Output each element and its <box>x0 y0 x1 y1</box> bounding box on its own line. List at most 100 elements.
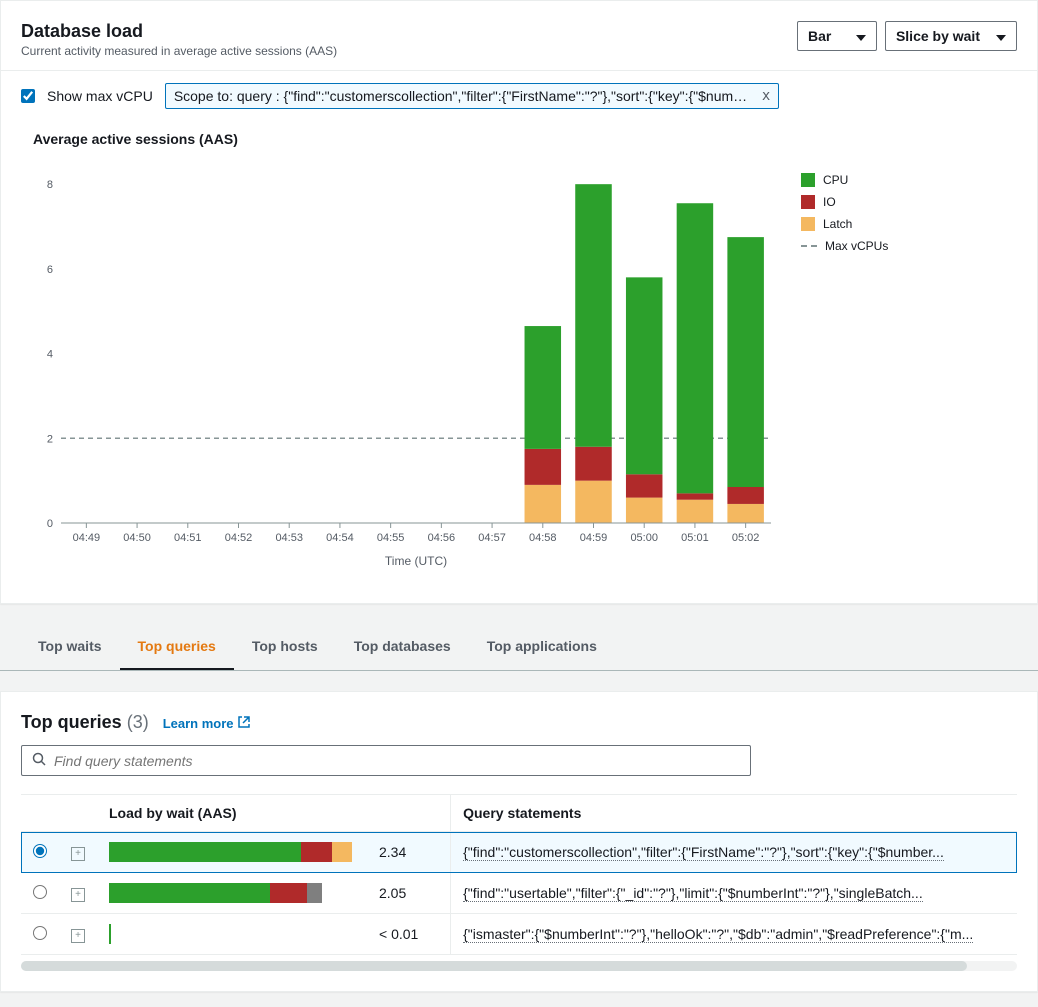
svg-text:04:54: 04:54 <box>326 532 354 544</box>
svg-text:0: 0 <box>47 518 53 530</box>
load-value: 2.34 <box>379 844 406 860</box>
panel-header: Database load Current activity measured … <box>1 1 1037 71</box>
load-segment-cpu <box>109 883 270 903</box>
chart-type-value: Bar <box>808 28 831 44</box>
svg-text:04:58: 04:58 <box>529 532 557 544</box>
close-icon[interactable]: x <box>762 88 770 104</box>
svg-text:04:57: 04:57 <box>478 532 506 544</box>
svg-text:04:53: 04:53 <box>275 532 303 544</box>
database-load-panel: Database load Current activity measured … <box>0 0 1038 604</box>
legend-label: Latch <box>823 217 852 231</box>
query-search-input[interactable] <box>54 753 740 769</box>
panel-subtitle: Current activity measured in average act… <box>21 44 337 58</box>
chart-area: Average active sessions (AAS) 0 2 4 6 8 04:49… <box>1 121 1037 603</box>
svg-text:05:00: 05:00 <box>630 532 658 544</box>
expand-icon[interactable]: + <box>71 847 85 861</box>
svg-text:04:56: 04:56 <box>428 532 456 544</box>
section-title-text: Top queries <box>21 712 122 732</box>
learn-more-text: Learn more <box>163 716 234 731</box>
legend-label: IO <box>823 195 836 209</box>
chart-type-select[interactable]: Bar <box>797 21 877 51</box>
svg-text:04:59: 04:59 <box>580 532 608 544</box>
row-select-radio[interactable] <box>33 885 47 899</box>
query-search-box[interactable] <box>21 745 751 776</box>
svg-text:04:51: 04:51 <box>174 532 202 544</box>
row-select-radio[interactable] <box>33 926 47 940</box>
svg-text:05:02: 05:02 <box>732 532 760 544</box>
scope-filter-text: Scope to: query : {"find":"customerscoll… <box>174 88 754 104</box>
show-max-vcpu-label: Show max vCPU <box>47 88 153 104</box>
horizontal-scrollbar[interactable] <box>21 961 1017 971</box>
load-segment-io <box>270 883 306 903</box>
external-link-icon <box>238 716 250 731</box>
query-statement[interactable]: {"ismaster":{"$numberInt":"?"},"helloOk"… <box>463 926 973 943</box>
legend-item: Latch <box>801 217 888 231</box>
caret-down-icon <box>996 28 1006 44</box>
legend-item: Max vCPUs <box>801 239 888 253</box>
section-header: Top queries (3) Learn more <box>21 712 1017 733</box>
aas-bar-chart: 0 2 4 6 8 04:49 04:50 04:51 04:52 04:53 04:54 04:55… <box>21 153 781 573</box>
caret-down-icon <box>856 28 866 44</box>
tab-top-queries[interactable]: Top queries <box>120 624 234 670</box>
expand-icon[interactable]: + <box>71 888 85 902</box>
scrollbar-thumb[interactable] <box>21 961 967 971</box>
chart-controls: Bar Slice by wait <box>797 21 1017 51</box>
legend-label: CPU <box>823 173 848 187</box>
panel-title: Database load <box>21 21 337 42</box>
load-cell: 2.34 <box>109 842 438 862</box>
load-segment-cpu <box>109 842 301 862</box>
svg-text:04:55: 04:55 <box>377 532 405 544</box>
expand-icon[interactable]: + <box>71 929 85 943</box>
load-bar <box>109 883 369 903</box>
svg-text:4: 4 <box>47 349 53 361</box>
dimension-tabs: Top waitsTop queriesTop hostsTop databas… <box>0 624 1038 671</box>
col-query-statements: Query statements <box>451 795 1017 832</box>
color-swatch <box>801 173 815 187</box>
slice-by-value: Slice by wait <box>896 28 980 44</box>
tab-top-databases[interactable]: Top databases <box>336 624 469 670</box>
table-row[interactable]: +2.05 {"find":"usertable","filter":{"_id"… <box>21 873 1017 914</box>
load-cell: 2.05 <box>109 883 438 903</box>
svg-text:05:01: 05:01 <box>681 532 709 544</box>
slice-by-select[interactable]: Slice by wait <box>885 21 1017 51</box>
chart-title: Average active sessions (AAS) <box>33 131 1017 147</box>
query-statement[interactable]: {"find":"customerscollection","filter":{… <box>463 844 944 861</box>
section-title: Top queries (3) <box>21 712 149 733</box>
svg-text:04:50: 04:50 <box>123 532 151 544</box>
svg-text:Time (UTC): Time (UTC) <box>385 554 447 568</box>
top-queries-section: Top queries (3) Learn more Load by wait … <box>0 691 1038 992</box>
query-statement[interactable]: {"find":"usertable","filter":{"_id":"?"}… <box>463 885 923 902</box>
table-row[interactable]: +2.34 {"find":"customerscollection","filt… <box>21 832 1017 873</box>
legend-label: Max vCPUs <box>825 239 888 253</box>
load-segment-io <box>301 842 331 862</box>
tab-top-waits[interactable]: Top waits <box>20 624 120 670</box>
table-row[interactable]: + < 0.01 {"ismaster":{"$numberInt":"?"},"h… <box>21 914 1017 955</box>
legend-item: CPU <box>801 173 888 187</box>
filter-row: Show max vCPU Scope to: query : {"find":… <box>1 71 1037 121</box>
load-value: 2.05 <box>379 885 406 901</box>
load-segment-latch <box>332 842 353 862</box>
load-value: < 0.01 <box>379 926 418 942</box>
top-queries-table: Load by wait (AAS) Query statements +2.3… <box>21 794 1017 955</box>
tab-top-hosts[interactable]: Top hosts <box>234 624 336 670</box>
dashed-line-icon <box>801 245 817 247</box>
learn-more-link[interactable]: Learn more <box>163 716 250 731</box>
tab-top-applications[interactable]: Top applications <box>469 624 615 670</box>
svg-text:2: 2 <box>47 433 53 445</box>
load-bar <box>109 924 369 944</box>
row-select-radio[interactable] <box>33 844 47 858</box>
color-swatch <box>801 217 815 231</box>
svg-text:8: 8 <box>47 179 53 191</box>
col-load-by-wait: Load by wait (AAS) <box>97 795 451 832</box>
show-max-vcpu-checkbox[interactable] <box>21 89 35 103</box>
svg-text:04:49: 04:49 <box>73 532 101 544</box>
section-count: (3) <box>127 712 149 732</box>
load-segment-other <box>307 883 323 903</box>
svg-text:04:52: 04:52 <box>225 532 253 544</box>
color-swatch <box>801 195 815 209</box>
svg-text:6: 6 <box>47 264 53 276</box>
scope-filter-token[interactable]: Scope to: query : {"find":"customerscoll… <box>165 83 779 109</box>
load-cell: < 0.01 <box>109 924 438 944</box>
legend-item: IO <box>801 195 888 209</box>
load-bar <box>109 842 369 862</box>
